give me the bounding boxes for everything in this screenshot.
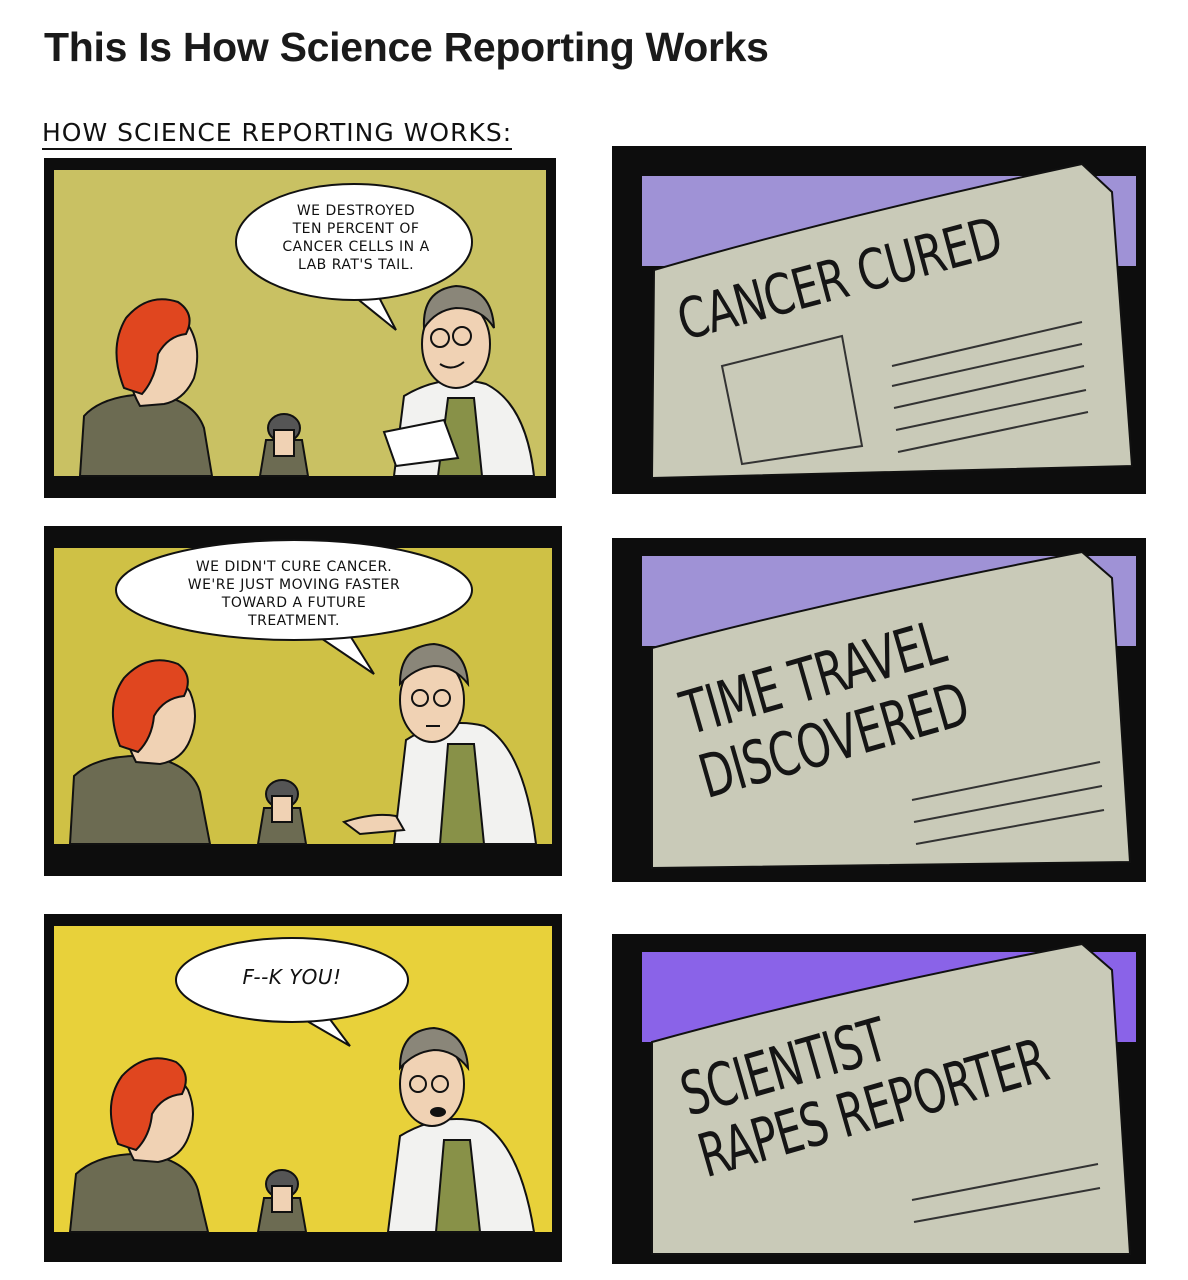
comic-panel-3: WE DIDN'T CURE CANCER. WE'RE JUST MOVING… [44,526,562,876]
comic-panel-4: TIME TRAVEL DISCOVERED [612,538,1146,882]
speech-bubble-1: WE DESTROYED TEN PERCENT OF CANCER CELLS… [282,203,430,273]
speech-bubble-3: F--K YOU! [242,965,342,989]
comic-panel-5: F--K YOU! [44,914,562,1262]
comic-panel-6: SCIENTIST RAPES REPORTER [612,934,1146,1264]
comic-panel-1: WE DESTROYED TEN PERCENT OF CANCER CELLS… [44,158,556,498]
comic-panel-2: CANCER CURED [612,146,1146,494]
page-title: This Is How Science Reporting Works [44,24,769,70]
comic-caption: HOW SCIENCE REPORTING WORKS: [42,118,513,150]
speech-bubble-2: WE DIDN'T CURE CANCER. WE'RE JUST MOVING… [187,559,401,629]
